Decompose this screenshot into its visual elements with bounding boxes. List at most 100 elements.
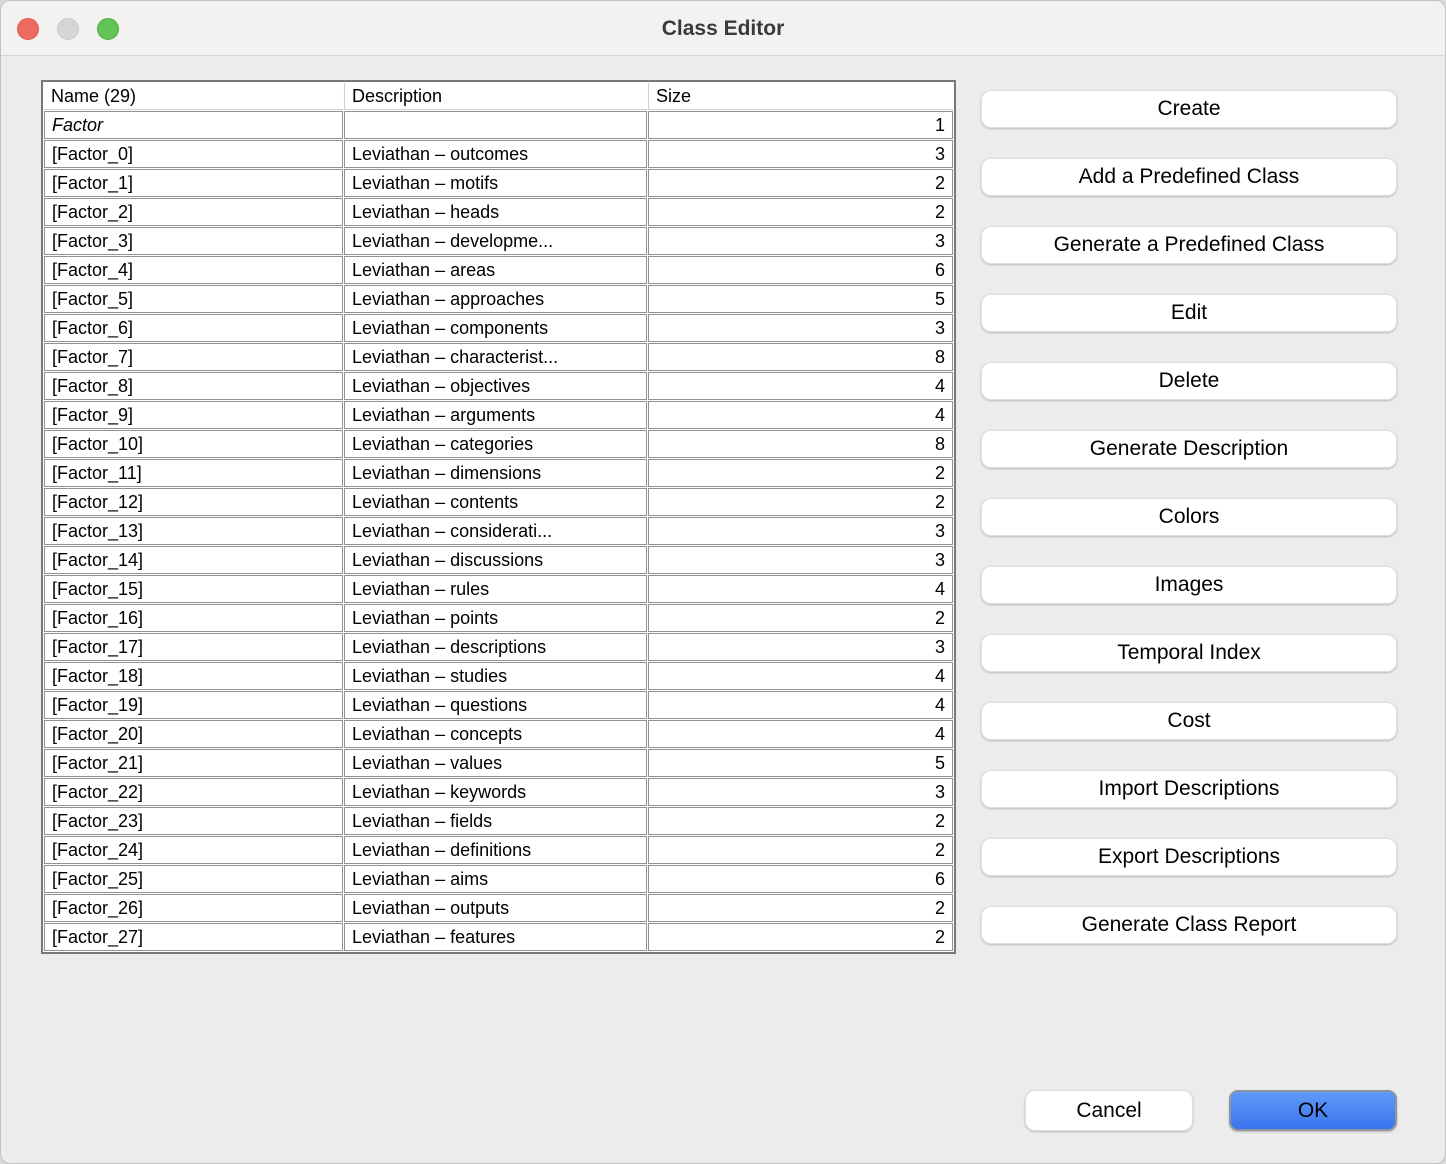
cell-size: 2 bbox=[648, 169, 953, 197]
cell-size: 4 bbox=[648, 720, 953, 748]
cell-size: 4 bbox=[648, 372, 953, 400]
cell-size: 3 bbox=[648, 140, 953, 168]
cell-description: Leviathan – contents bbox=[344, 488, 647, 516]
table-row[interactable]: [Factor_12] Leviathan – contents 2 bbox=[44, 488, 953, 516]
cell-description: Leviathan – considerati... bbox=[344, 517, 647, 545]
action-button-temporal-index[interactable]: Temporal Index bbox=[981, 634, 1397, 672]
table-row[interactable]: [Factor_6] Leviathan – components 3 bbox=[44, 314, 953, 342]
cell-size: 2 bbox=[648, 604, 953, 632]
cell-description: Leviathan – components bbox=[344, 314, 647, 342]
cell-size: 6 bbox=[648, 865, 953, 893]
action-button-edit[interactable]: Edit bbox=[981, 294, 1397, 332]
table-row[interactable]: [Factor_26] Leviathan – outputs 2 bbox=[44, 894, 953, 922]
cell-name: [Factor_2] bbox=[44, 198, 343, 226]
cell-description: Leviathan – concepts bbox=[344, 720, 647, 748]
table-row[interactable]: [Factor_27] Leviathan – features 2 bbox=[44, 923, 953, 951]
action-button-add-a-predefined-class[interactable]: Add a Predefined Class bbox=[981, 158, 1397, 196]
cell-size: 2 bbox=[648, 807, 953, 835]
table-row[interactable]: [Factor_16] Leviathan – points 2 bbox=[44, 604, 953, 632]
cell-name: [Factor_20] bbox=[44, 720, 343, 748]
titlebar[interactable]: Class Editor bbox=[1, 1, 1445, 56]
table-row[interactable]: [Factor_4] Leviathan – areas 6 bbox=[44, 256, 953, 284]
window-title: Class Editor bbox=[661, 17, 785, 40]
table-row[interactable]: [Factor_18] Leviathan – studies 4 bbox=[44, 662, 953, 690]
table-row[interactable]: [Factor_1] Leviathan – motifs 2 bbox=[44, 169, 953, 197]
action-button-images[interactable]: Images bbox=[981, 566, 1397, 604]
cell-size: 3 bbox=[648, 778, 953, 806]
table-row[interactable]: [Factor_25] Leviathan – aims 6 bbox=[44, 865, 953, 893]
table-row[interactable]: [Factor_11] Leviathan – dimensions 2 bbox=[44, 459, 953, 487]
table-header-row: Name (29) Description Size bbox=[44, 83, 953, 110]
cell-description: Leviathan – objectives bbox=[344, 372, 647, 400]
cell-size: 4 bbox=[648, 401, 953, 429]
cell-size: 2 bbox=[648, 923, 953, 951]
cell-description: Leviathan – aims bbox=[344, 865, 647, 893]
cancel-button[interactable]: Cancel bbox=[1025, 1090, 1193, 1131]
table-row[interactable]: [Factor_14] Leviathan – discussions 3 bbox=[44, 546, 953, 574]
table-row[interactable]: [Factor_13] Leviathan – considerati... 3 bbox=[44, 517, 953, 545]
table-row[interactable]: [Factor_3] Leviathan – developme... 3 bbox=[44, 227, 953, 255]
table-row[interactable]: Factor 1 bbox=[44, 111, 953, 139]
cell-description: Leviathan – fields bbox=[344, 807, 647, 835]
cell-size: 4 bbox=[648, 691, 953, 719]
action-button-generate-class-report[interactable]: Generate Class Report bbox=[981, 906, 1397, 944]
cell-name: [Factor_7] bbox=[44, 343, 343, 371]
cell-description: Leviathan – rules bbox=[344, 575, 647, 603]
cell-size: 3 bbox=[648, 546, 953, 574]
cell-name: [Factor_6] bbox=[44, 314, 343, 342]
action-button-panel: Create Add a Predefined Class Generate a P… bbox=[981, 90, 1397, 974]
cell-name: [Factor_15] bbox=[44, 575, 343, 603]
cell-size: 4 bbox=[648, 662, 953, 690]
table-row[interactable]: [Factor_2] Leviathan – heads 2 bbox=[44, 198, 953, 226]
cell-name: [Factor_22] bbox=[44, 778, 343, 806]
cell-name: [Factor_3] bbox=[44, 227, 343, 255]
table-row[interactable]: [Factor_0] Leviathan – outcomes 3 bbox=[44, 140, 953, 168]
ok-button[interactable]: OK bbox=[1229, 1090, 1397, 1131]
table-row[interactable]: [Factor_17] Leviathan – descriptions 3 bbox=[44, 633, 953, 661]
table-row[interactable]: [Factor_22] Leviathan – keywords 3 bbox=[44, 778, 953, 806]
cell-name: [Factor_16] bbox=[44, 604, 343, 632]
table-row[interactable]: [Factor_15] Leviathan – rules 4 bbox=[44, 575, 953, 603]
table-row[interactable]: [Factor_10] Leviathan – categories 8 bbox=[44, 430, 953, 458]
action-button-colors[interactable]: Colors bbox=[981, 498, 1397, 536]
column-header-size[interactable]: Size bbox=[648, 83, 953, 110]
action-button-generate-description[interactable]: Generate Description bbox=[981, 430, 1397, 468]
table-row[interactable]: [Factor_20] Leviathan – concepts 4 bbox=[44, 720, 953, 748]
column-header-name[interactable]: Name (29) bbox=[44, 83, 343, 110]
action-button-export-descriptions[interactable]: Export Descriptions bbox=[981, 838, 1397, 876]
action-button-delete[interactable]: Delete bbox=[981, 362, 1397, 400]
cell-description: Leviathan – arguments bbox=[344, 401, 647, 429]
table-row[interactable]: [Factor_7] Leviathan – characterist... 8 bbox=[44, 343, 953, 371]
cell-name: [Factor_1] bbox=[44, 169, 343, 197]
table-row[interactable]: [Factor_24] Leviathan – definitions 2 bbox=[44, 836, 953, 864]
action-button-cost[interactable]: Cost bbox=[981, 702, 1397, 740]
cell-name: [Factor_27] bbox=[44, 923, 343, 951]
action-button-import-descriptions[interactable]: Import Descriptions bbox=[981, 770, 1397, 808]
cell-size: 2 bbox=[648, 894, 953, 922]
table-row[interactable]: [Factor_23] Leviathan – fields 2 bbox=[44, 807, 953, 835]
cell-name: [Factor_13] bbox=[44, 517, 343, 545]
table-row[interactable]: [Factor_9] Leviathan – arguments 4 bbox=[44, 401, 953, 429]
cell-name: [Factor_0] bbox=[44, 140, 343, 168]
table-row[interactable]: [Factor_19] Leviathan – questions 4 bbox=[44, 691, 953, 719]
cell-description: Leviathan – discussions bbox=[344, 546, 647, 574]
cell-size: 2 bbox=[648, 198, 953, 226]
cell-description: Leviathan – definitions bbox=[344, 836, 647, 864]
table-row[interactable]: [Factor_8] Leviathan – objectives 4 bbox=[44, 372, 953, 400]
action-button-generate-a-predefined-class[interactable]: Generate a Predefined Class bbox=[981, 226, 1397, 264]
table-row[interactable]: [Factor_21] Leviathan – values 5 bbox=[44, 749, 953, 777]
cell-description: Leviathan – descriptions bbox=[344, 633, 647, 661]
cell-name: [Factor_26] bbox=[44, 894, 343, 922]
cell-description: Leviathan – questions bbox=[344, 691, 647, 719]
cell-size: 3 bbox=[648, 314, 953, 342]
column-header-description[interactable]: Description bbox=[344, 83, 647, 110]
cell-description: Leviathan – characterist... bbox=[344, 343, 647, 371]
cell-description: Leviathan – points bbox=[344, 604, 647, 632]
cell-name: [Factor_5] bbox=[44, 285, 343, 313]
cell-name: [Factor_14] bbox=[44, 546, 343, 574]
action-button-create[interactable]: Create bbox=[981, 90, 1397, 128]
table-row[interactable]: [Factor_5] Leviathan – approaches 5 bbox=[44, 285, 953, 313]
cell-description: Leviathan – outputs bbox=[344, 894, 647, 922]
cell-size: 3 bbox=[648, 517, 953, 545]
cell-size: 8 bbox=[648, 343, 953, 371]
